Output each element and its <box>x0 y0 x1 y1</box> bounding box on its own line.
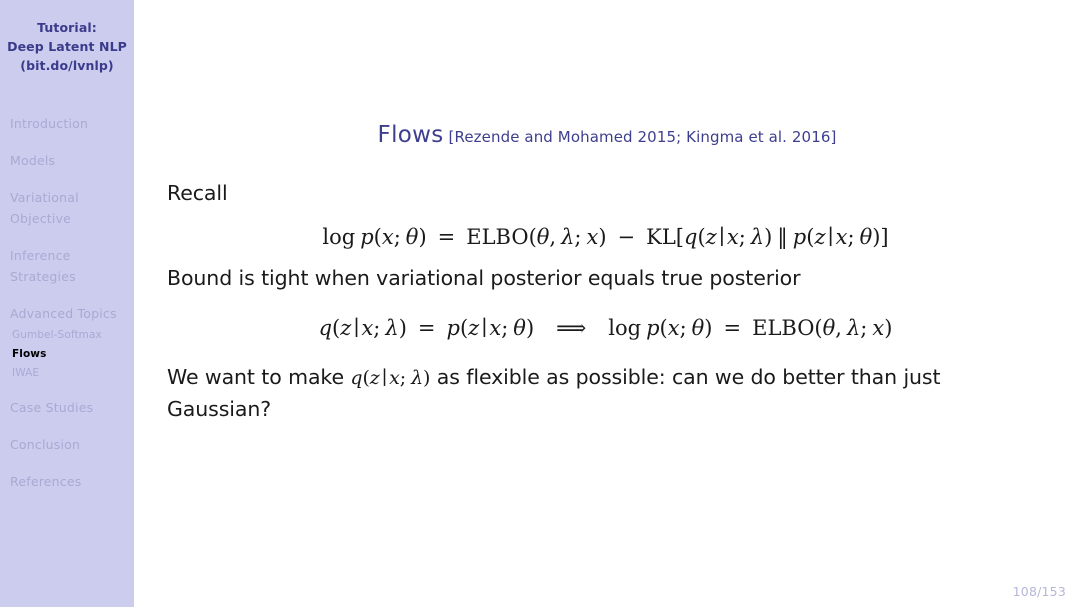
paragraph-recall: Recall <box>167 181 228 205</box>
sidebar-item-introduction[interactable]: Introduction <box>0 113 134 134</box>
sidebar-item-advanced-topics[interactable]: Advanced Topics <box>0 303 134 324</box>
slide-body: Recall log p(x; θ) = ELBO(θ, λ; x) − KL[q(z∣x; λ)… <box>167 178 1044 425</box>
sidebar-item-label-line-2: Strategies <box>10 269 76 284</box>
sidebar-subitems-advanced-topics: Gumbel-Softmax Flows IWAE <box>0 326 134 383</box>
sidebar-item-label: Introduction <box>10 116 89 131</box>
slide: Tutorial: Deep Latent NLP (bit.do/lvnlp)… <box>0 0 1080 607</box>
sidebar-subitem-label: Flows <box>12 348 47 360</box>
sidebar-subitem-label: IWAE <box>12 367 40 379</box>
sidebar-item-references[interactable]: References <box>0 471 134 492</box>
sidebar-item-label-line-2: Objective <box>10 211 72 226</box>
sidebar-header-line-2: Deep Latent NLP <box>7 39 127 54</box>
sidebar-subitem-gumbel-softmax[interactable]: Gumbel-Softmax <box>0 326 134 345</box>
frame-title-citation: [Rezende and Mohamed 2015; Kingma et al.… <box>448 128 837 146</box>
sidebar-item-label: Advanced Topics <box>10 306 117 321</box>
inline-math-q-z-given-x: q(z ∣ x; λ) <box>350 367 431 389</box>
sidebar-subitem-iwae[interactable]: IWAE <box>0 364 134 383</box>
sidebar-item-label-line-1: Variational <box>10 190 79 205</box>
sidebar-item-label: Models <box>10 153 56 168</box>
sidebar-header-line-1: Tutorial: <box>37 20 97 35</box>
sidebar-item-label: References <box>10 474 82 489</box>
page-number: 108/153 <box>1012 584 1066 599</box>
sidebar: Tutorial: Deep Latent NLP (bit.do/lvnlp)… <box>0 0 134 607</box>
sidebar-item-label-line-1: Inference <box>10 248 71 263</box>
sidebar-subitem-flows[interactable]: Flows <box>0 345 134 364</box>
sidebar-item-inference-strategies[interactable]: Inference Strategies <box>0 245 134 287</box>
slide-content: Flows [Rezende and Mohamed 2015; Kingma e… <box>134 0 1080 607</box>
sidebar-item-case-studies[interactable]: Case Studies <box>0 397 134 418</box>
frame-title: Flows [Rezende and Mohamed 2015; Kingma e… <box>134 122 1080 148</box>
equation-elbo-kl: log p(x; θ) = ELBO(θ, λ; x) − KL[q(z∣x; λ) ‖ p(z∣x;… <box>322 225 889 249</box>
sidebar-nav: Introduction Models Variational Objectiv… <box>0 113 134 492</box>
sidebar-header: Tutorial: Deep Latent NLP (bit.do/lvnlp) <box>0 0 134 75</box>
paragraph-bound-tight: Bound is tight when variational posterio… <box>167 266 801 290</box>
sidebar-item-conclusion[interactable]: Conclusion <box>0 434 134 455</box>
sidebar-subitem-label: Gumbel-Softmax <box>12 329 102 341</box>
sidebar-item-variational-objective[interactable]: Variational Objective <box>0 187 134 229</box>
equation-tight-bound-implication: q(z∣x; λ) = p(z∣x; θ) ⟹ log p(x; θ) = ELBO(θ, λ; x) <box>318 316 893 340</box>
paragraph-text-before-math: We want to make <box>167 365 351 389</box>
sidebar-item-models[interactable]: Models <box>0 150 134 171</box>
frame-title-main: Flows <box>377 122 444 148</box>
sidebar-item-label: Conclusion <box>10 437 81 452</box>
sidebar-item-label: Case Studies <box>10 400 94 415</box>
sidebar-header-line-3: (bit.do/lvnlp) <box>20 58 114 73</box>
paragraph-flexible-posterior: We want to make q(z ∣ x; λ) as flexible as … <box>167 362 1037 425</box>
